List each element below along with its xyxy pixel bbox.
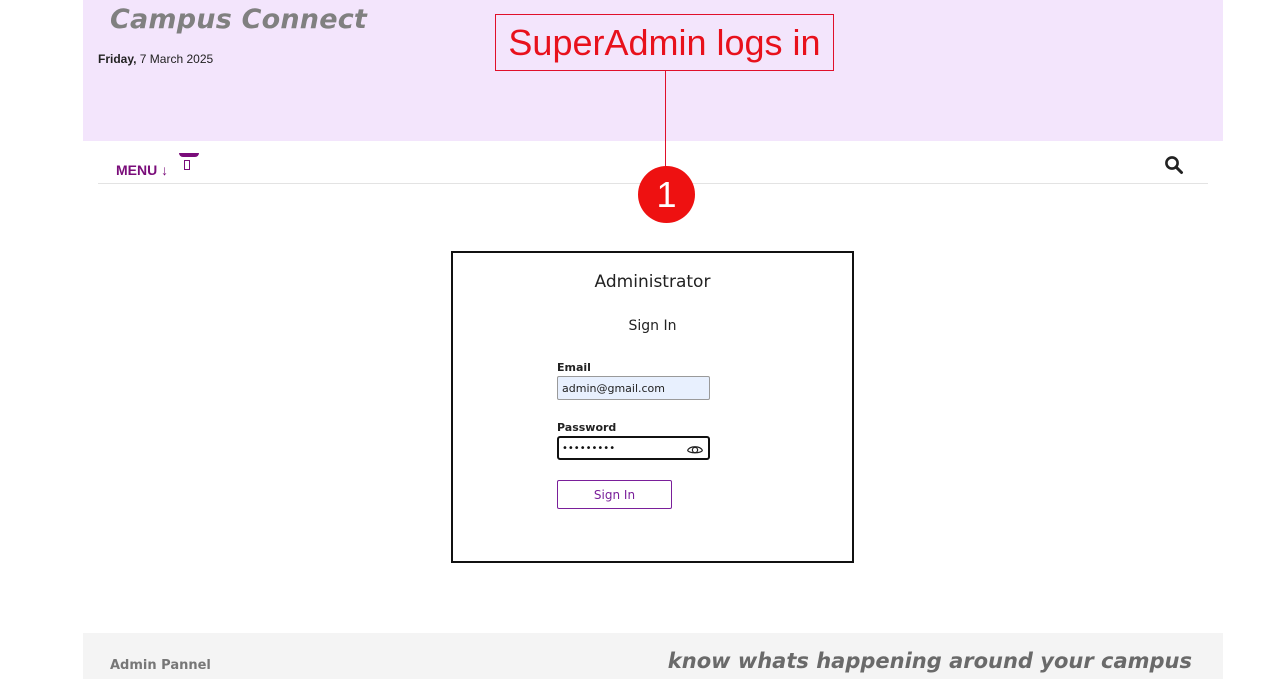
login-card: Administrator Sign In Email Password Sig… [451, 251, 854, 563]
footer-admin-panel: Admin Pannel [110, 658, 211, 673]
menu-bookmark-icon[interactable] [179, 152, 199, 174]
email-label: Email [557, 361, 591, 374]
menu-bookmark-glyph [184, 160, 190, 170]
email-field[interactable] [557, 376, 710, 400]
date-rest: 7 March 2025 [136, 52, 214, 66]
menu-bookmark-bar [179, 153, 199, 157]
login-title: Administrator [594, 272, 711, 292]
annotation-step-marker: 1 [638, 166, 695, 223]
eye-icon[interactable] [686, 441, 704, 455]
password-label: Password [557, 421, 617, 434]
login-subtitle: Sign In [628, 318, 677, 334]
site-footer: Admin Pannel know whats happening around… [83, 633, 1223, 679]
current-date: Friday, 7 March 2025 [98, 52, 213, 66]
password-field-wrapper [557, 436, 710, 460]
date-weekday: Friday, [98, 52, 137, 66]
password-field[interactable] [559, 438, 685, 458]
sign-in-button[interactable]: Sign In [557, 480, 672, 509]
annotation-caption: SuperAdmin logs in [495, 14, 834, 71]
search-icon[interactable] [1164, 155, 1184, 175]
menu-toggle[interactable]: MENU ↓ [116, 162, 168, 178]
site-title[interactable]: Campus Connect [110, 4, 367, 35]
annotation-connector [665, 71, 666, 167]
footer-tagline: know whats happening around your campus [667, 649, 1192, 673]
